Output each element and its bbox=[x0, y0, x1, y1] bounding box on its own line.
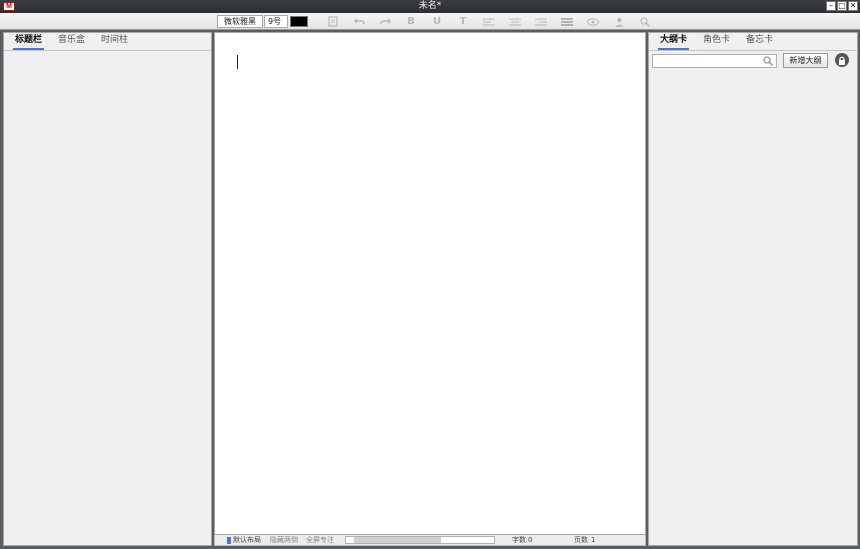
text-caret bbox=[237, 55, 238, 69]
align-center-icon[interactable] bbox=[504, 14, 526, 29]
font-family-select[interactable]: 微软雅黑 bbox=[217, 15, 263, 28]
text-editor[interactable] bbox=[214, 32, 646, 535]
left-panel: 标题栏 音乐盒 时间柱 bbox=[3, 32, 212, 546]
underline-icon[interactable]: U bbox=[426, 14, 448, 29]
layout-indicator-icon bbox=[227, 536, 231, 544]
search-icon[interactable] bbox=[763, 56, 774, 69]
tab-memo-card[interactable]: 备忘卡 bbox=[744, 33, 775, 50]
font-size-select[interactable]: 9号 bbox=[264, 15, 288, 28]
bold-icon[interactable]: B bbox=[400, 14, 422, 29]
close-button[interactable]: ✕ bbox=[848, 1, 858, 11]
layout-default-button[interactable]: 默认布局 bbox=[227, 535, 261, 545]
page-count-label: 页数 bbox=[574, 536, 588, 544]
layout-default-label: 默认布局 bbox=[233, 536, 261, 544]
right-panel: 大纲卡 角色卡 备忘卡 新增大纲 bbox=[648, 32, 858, 546]
progress-fill bbox=[354, 537, 441, 543]
tab-character-card[interactable]: 角色卡 bbox=[701, 33, 732, 50]
right-panel-tabs: 大纲卡 角色卡 备忘卡 bbox=[649, 33, 857, 51]
maximize-button[interactable]: □ bbox=[837, 1, 847, 11]
align-right-icon[interactable] bbox=[530, 14, 552, 29]
text-color-picker[interactable] bbox=[290, 16, 308, 27]
eye-icon[interactable] bbox=[582, 14, 604, 29]
toolbar-icons: B U T bbox=[322, 14, 656, 29]
person-icon[interactable] bbox=[608, 14, 630, 29]
lock-icon[interactable] bbox=[835, 53, 849, 67]
search-icon[interactable] bbox=[634, 14, 656, 29]
tab-timeline[interactable]: 时间柱 bbox=[99, 33, 130, 50]
align-justify-icon[interactable] bbox=[556, 14, 578, 29]
title-bar: M 未名* – □ ✕ bbox=[0, 0, 860, 13]
status-bar: 默认布局 隐藏两侧 全屏专注 字数 0 页数 1 bbox=[214, 535, 646, 546]
window-title: 未名* bbox=[418, 1, 442, 11]
page-count-value: 1 bbox=[591, 536, 596, 544]
progress-bar bbox=[345, 536, 495, 544]
left-panel-tabs: 标题栏 音乐盒 时间柱 bbox=[4, 33, 211, 51]
tab-title-bar[interactable]: 标题栏 bbox=[13, 33, 45, 50]
layout-fullscreen-button[interactable]: 全屏专注 bbox=[306, 535, 334, 545]
word-count-label: 字数 bbox=[512, 536, 526, 544]
tab-music-box[interactable]: 音乐盒 bbox=[56, 33, 87, 50]
save-icon[interactable] bbox=[322, 14, 344, 29]
align-left-icon[interactable] bbox=[478, 14, 500, 29]
format-toolbar: 微软雅黑 9号 B U T bbox=[0, 13, 860, 30]
word-count-value: 0 bbox=[528, 536, 533, 544]
outline-search-input[interactable] bbox=[653, 55, 761, 67]
undo-icon[interactable] bbox=[348, 14, 370, 29]
minimize-button[interactable]: – bbox=[826, 1, 836, 11]
tab-outline-card[interactable]: 大纲卡 bbox=[658, 33, 690, 50]
redo-icon[interactable] bbox=[374, 14, 396, 29]
text-icon[interactable]: T bbox=[452, 14, 474, 29]
outline-search bbox=[652, 54, 777, 68]
add-outline-button[interactable]: 新增大纲 bbox=[783, 53, 828, 68]
window-controls: – □ ✕ bbox=[826, 1, 858, 11]
layout-hide-sides-button[interactable]: 隐藏两侧 bbox=[270, 535, 298, 545]
